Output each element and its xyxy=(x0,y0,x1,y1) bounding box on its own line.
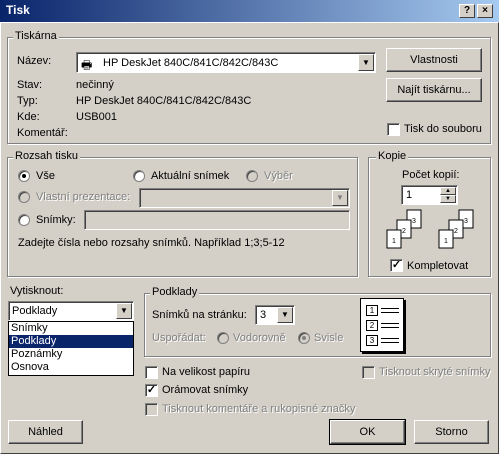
print-what-value: Podklady xyxy=(12,305,58,317)
svg-text:3: 3 xyxy=(412,218,416,225)
preview-button[interactable]: Náhled xyxy=(8,420,83,444)
printer-name-value: HP DeskJet 840C/841C/842C/843C xyxy=(103,57,279,69)
range-selection-label: Výběr xyxy=(264,170,293,182)
per-page-select[interactable]: 3 ▼ xyxy=(255,305,295,325)
copies-count-value: 1 xyxy=(406,189,413,201)
svg-text:2: 2 xyxy=(454,228,458,235)
order-horizontal-label: Vodorovně xyxy=(233,332,286,344)
comment-label: Komentář: xyxy=(17,127,68,139)
order-vertical-label: Svisle xyxy=(314,332,344,344)
type-label: Typ: xyxy=(17,95,38,107)
cancel-button[interactable]: Storno xyxy=(414,420,489,444)
print-what-option[interactable]: Snímky xyxy=(9,322,133,335)
print-to-file-label: Tisk do souboru xyxy=(404,123,482,135)
chevron-down-icon[interactable]: ▼ xyxy=(116,303,132,319)
per-page-label: Snímků na stránku: xyxy=(152,309,247,321)
printer-group-label: Tiskárna xyxy=(13,30,59,42)
order-label: Uspořádat: xyxy=(152,332,206,344)
range-slides-label: Snímky: xyxy=(36,214,76,226)
range-all-radio[interactable] xyxy=(18,170,30,182)
print-what-list: Snímky Podklady Poznámky Osnova xyxy=(8,321,134,376)
printer-name-label: Název: xyxy=(17,55,52,67)
svg-text:1: 1 xyxy=(444,238,448,245)
spin-up-icon[interactable]: ▲ xyxy=(440,187,456,195)
per-page-value: 3 xyxy=(260,309,267,321)
preview-slide-1: 1 xyxy=(366,305,378,316)
ok-button[interactable]: OK xyxy=(329,419,406,445)
scale-label: Na velikost papíru xyxy=(162,366,251,378)
where-value: USB001 xyxy=(76,111,117,123)
svg-text:3: 3 xyxy=(464,218,468,225)
range-selection-radio[interactable] xyxy=(246,170,258,182)
handouts-group-label: Podklady xyxy=(150,286,200,298)
printer-name-select[interactable]: 🖶 HP DeskJet 840C/841C/842C/843C ▼ xyxy=(76,52,376,73)
chevron-down-icon[interactable]: ▼ xyxy=(277,307,293,323)
chevron-down-icon[interactable]: ▼ xyxy=(358,54,374,71)
preview-slide-3: 3 xyxy=(366,335,378,346)
svg-text:2: 2 xyxy=(402,228,406,235)
scale-checkbox[interactable] xyxy=(145,366,158,379)
spin-down-icon[interactable]: ▼ xyxy=(440,195,456,203)
handouts-group xyxy=(144,293,491,357)
print-what-select[interactable]: Podklady ▼ xyxy=(8,301,134,321)
close-button[interactable]: × xyxy=(477,4,493,18)
preview-lines xyxy=(381,308,399,309)
preview-lines xyxy=(381,338,399,339)
print-what-option[interactable]: Poznámky xyxy=(9,348,133,361)
print-what-option-selected[interactable]: Podklady xyxy=(9,335,133,348)
range-current-radio[interactable] xyxy=(133,170,145,182)
handout-preview: 1 2 3 xyxy=(360,298,404,352)
copies-group-label: Kopie xyxy=(376,150,409,162)
print-what-label: Vytisknout: xyxy=(10,285,64,297)
hidden-slides-label: Tisknout skryté snímky xyxy=(379,366,491,378)
range-slides-radio[interactable] xyxy=(18,214,30,226)
range-group-label: Rozsah tisku xyxy=(13,150,80,162)
printer-icon: 🖶 xyxy=(81,58,93,72)
preview-lines xyxy=(381,323,399,324)
type-value: HP DeskJet 840C/841C/842C/843C xyxy=(76,95,252,107)
chevron-down-icon[interactable]: ▼ xyxy=(332,190,348,206)
range-custom-radio[interactable] xyxy=(18,191,30,203)
properties-button[interactable]: Vlastnosti xyxy=(386,48,482,72)
collate-label: Kompletovat xyxy=(407,260,469,272)
collate-illustration: 3 2 1 3 2 1 xyxy=(383,208,483,252)
slides-input[interactable] xyxy=(84,210,350,230)
range-hint: Zadejte čísla nebo rozsahy snímků. Napří… xyxy=(18,237,285,249)
order-horizontal-radio[interactable] xyxy=(217,332,229,344)
copies-count-input[interactable]: 1 ▲ ▼ xyxy=(401,185,458,205)
collate-checkbox[interactable]: ✓ xyxy=(390,259,403,272)
title-bar: Tisk ? × xyxy=(0,0,499,22)
svg-text:1: 1 xyxy=(392,238,396,245)
status-value: nečinný xyxy=(76,79,114,91)
window-title: Tisk xyxy=(6,3,30,17)
status-label: Stav: xyxy=(17,79,43,91)
preview-slide-2: 2 xyxy=(366,320,378,331)
find-printer-button[interactable]: Najít tiskárnu... xyxy=(386,78,482,102)
custom-show-select[interactable]: ▼ xyxy=(139,188,350,208)
help-button[interactable]: ? xyxy=(459,4,475,18)
comments-label: Tisknout komentáře a rukopisné značky xyxy=(162,403,356,415)
order-vertical-radio[interactable] xyxy=(298,332,310,344)
frame-label: Orámovat snímky xyxy=(162,384,249,396)
print-what-option[interactable]: Osnova xyxy=(9,361,133,374)
copies-count-label: Počet kopií: xyxy=(402,169,460,181)
hidden-slides-checkbox[interactable] xyxy=(362,366,375,379)
print-to-file-checkbox[interactable] xyxy=(387,123,400,136)
comments-checkbox[interactable] xyxy=(145,403,158,416)
range-all-label: Vše xyxy=(36,170,55,182)
where-label: Kde: xyxy=(17,111,40,123)
range-current-label: Aktuální snímek xyxy=(151,170,230,182)
range-custom-label: Vlastní prezentace: xyxy=(36,191,131,203)
frame-checkbox[interactable]: ✓ xyxy=(145,384,158,397)
